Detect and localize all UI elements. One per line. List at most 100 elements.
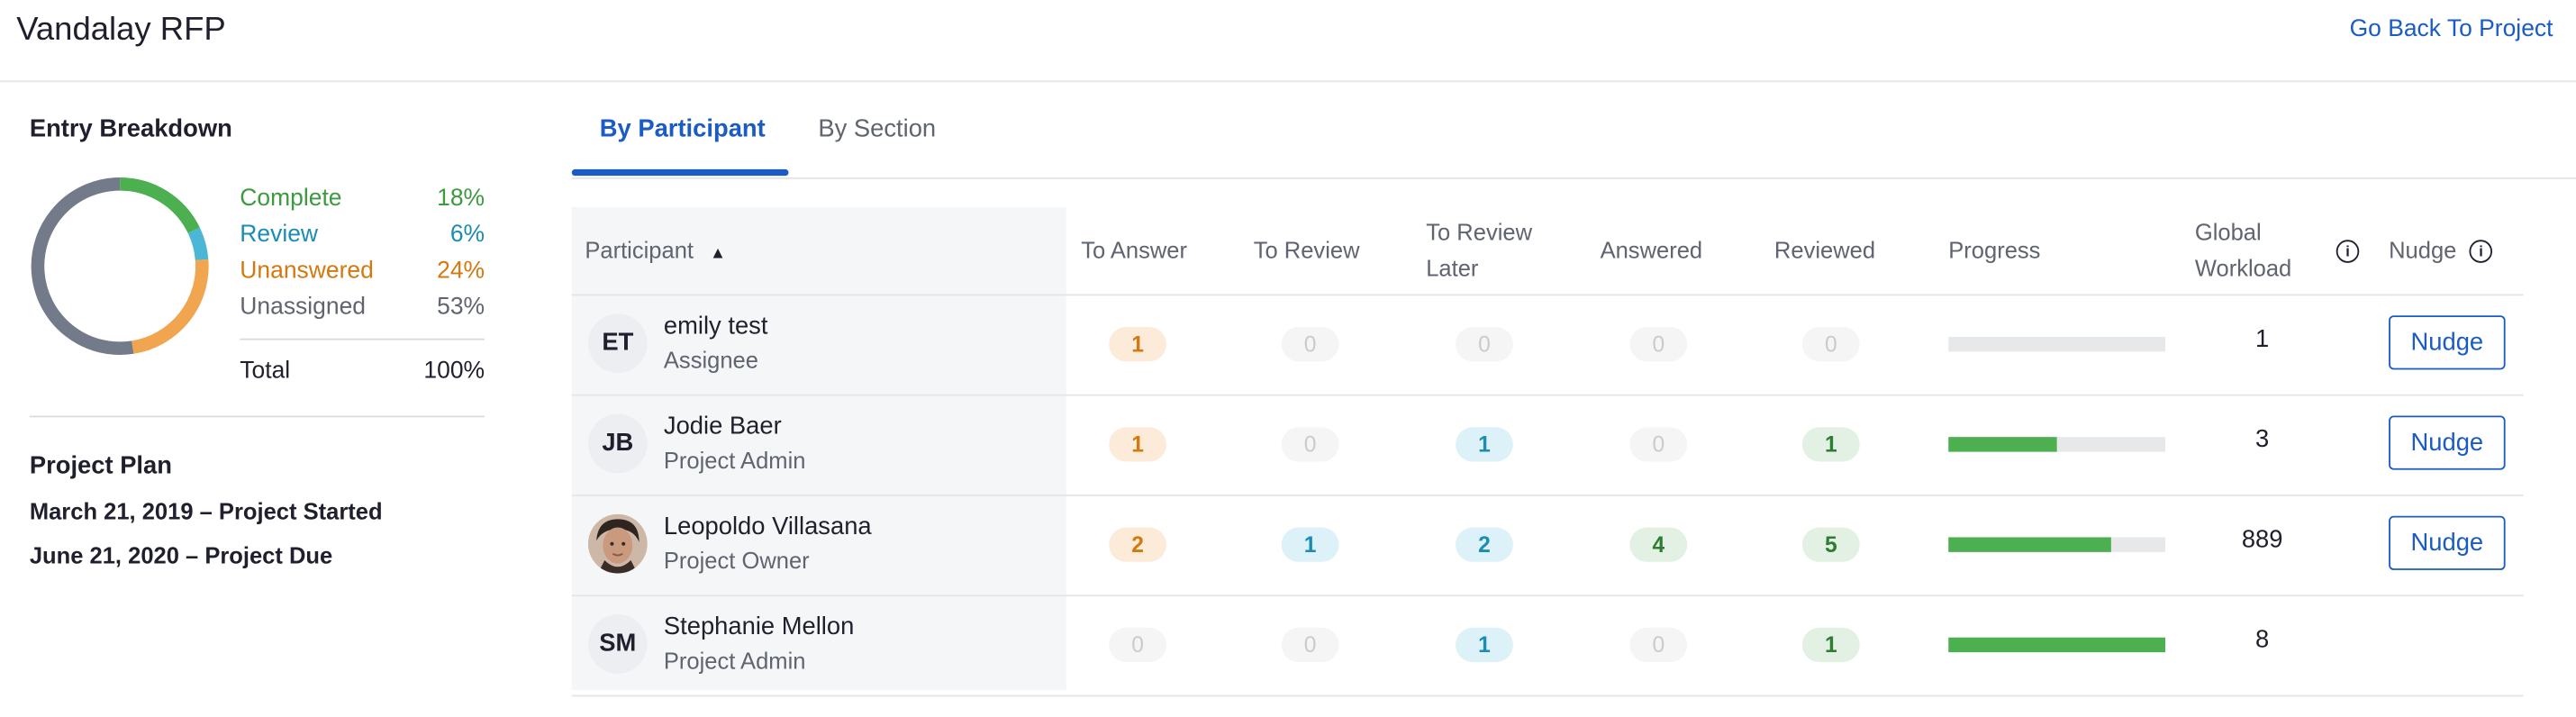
legend-item-unassigned: Unassigned 53%	[240, 289, 485, 325]
nudge-info-icon[interactable]: i	[2469, 240, 2493, 264]
project-plan-title: Project Plan	[29, 451, 172, 480]
avatar-photo	[587, 513, 648, 574]
project-started-date: March 21, 2019 – Project Started	[29, 497, 383, 524]
answered-count: 0	[1629, 627, 1688, 663]
breakdown-donut-chart	[31, 177, 209, 355]
legend-percent: 24%	[437, 258, 485, 285]
donut-slice-unanswered	[131, 259, 209, 354]
legend-percent: 6%	[449, 222, 485, 249]
sort-ascending-icon: ▲	[710, 244, 727, 263]
table-row: Leopoldo Villasana Project Owner 2 1 2 4…	[571, 496, 2524, 597]
participant-role: Project Admin	[663, 447, 806, 474]
progress-bar	[1948, 637, 2166, 653]
answered-count: 0	[1629, 427, 1688, 462]
project-plan: Project Plan March 21, 2019 – Project St…	[30, 452, 383, 569]
legend-item-complete: Complete 18%	[240, 181, 485, 217]
legend-item-unanswered: Unanswered 24%	[240, 253, 485, 289]
to-review-count: 1	[1281, 527, 1339, 562]
go-back-link[interactable]: Go Back To Project	[2350, 16, 2553, 42]
participant-role: Assignee	[663, 346, 758, 374]
to-answer-count: 2	[1109, 527, 1167, 562]
project-due-date: June 21, 2020 – Project Due	[29, 541, 333, 569]
reviewed-count: 5	[1801, 527, 1860, 562]
to-review-later-count: 2	[1456, 527, 1513, 562]
nudge-button[interactable]: Nudge	[2389, 315, 2506, 370]
global-workload-value: 3	[2255, 425, 2270, 454]
divider	[29, 415, 485, 418]
to-review-later-count: 1	[1456, 427, 1513, 462]
progress-bar-fill	[1948, 437, 2057, 452]
column-header-to-review: To Review	[1253, 236, 1360, 263]
donut-slice-complete	[119, 177, 200, 234]
global-workload-info-icon[interactable]: i	[2336, 231, 2360, 268]
legend-percent: 53%	[437, 294, 485, 321]
global-workload-value: 1	[2255, 325, 2270, 354]
column-header-to-review-later: To Review Later	[1426, 218, 1533, 281]
page-title: Vandalay RFP	[16, 11, 226, 48]
reviewed-count: 0	[1801, 326, 1860, 362]
legend-percent: 18%	[437, 186, 485, 213]
table-header: Participant ▲ To Answer To Review To Rev…	[571, 207, 2524, 296]
tab-by-participant[interactable]: By Participant	[600, 115, 766, 143]
column-header-global-workload: Global Workload	[2194, 218, 2292, 281]
participant-header-label: Participant	[585, 236, 694, 263]
participant-role: Project Owner	[663, 547, 810, 574]
participant-name: Jodie Baer	[663, 412, 782, 440]
to-review-count: 0	[1281, 627, 1339, 663]
avatar: JB	[587, 413, 648, 474]
legend-label: Unanswered	[240, 258, 374, 285]
top-bar: Vandalay RFP Go Back To Project	[0, 0, 2576, 83]
column-header-to-answer: To Answer	[1081, 236, 1188, 263]
nudge-button[interactable]: Nudge	[2389, 515, 2506, 570]
avatar: SM	[587, 614, 648, 674]
to-answer-count: 0	[1109, 627, 1167, 663]
global-workload-value: 889	[2241, 525, 2283, 554]
entry-breakdown-title: Entry Breakdown	[29, 114, 232, 143]
column-header-progress: Progress	[1948, 236, 2041, 263]
nudge-header-label: Nudge	[2389, 236, 2457, 263]
column-header-answered: Answered	[1600, 236, 1703, 263]
nudge-button[interactable]: Nudge	[2389, 415, 2506, 470]
to-review-count: 0	[1281, 427, 1339, 462]
to-review-later-count: 0	[1456, 326, 1513, 362]
legend-item-review: Review 6%	[240, 217, 485, 253]
table-row: JB Jodie Baer Project Admin 1 0 1 0 1 3 …	[571, 396, 2524, 496]
donut-slice-unassigned	[31, 177, 134, 355]
progress-bar-fill	[1948, 537, 2111, 552]
legend-label: Unassigned	[240, 294, 366, 321]
participants-table: Participant ▲ To Answer To Review To Rev…	[571, 206, 2524, 697]
participant-role: Project Admin	[663, 647, 806, 674]
legend-total-percent: 100%	[423, 358, 485, 385]
answered-count: 0	[1629, 326, 1688, 362]
to-review-later-count: 1	[1456, 627, 1513, 663]
tab-by-section[interactable]: By Section	[818, 115, 936, 143]
legend-total: Total 100%	[240, 338, 485, 390]
to-answer-count: 1	[1109, 427, 1167, 462]
participant-name: Leopoldo Villasana	[663, 513, 872, 541]
participant-name: Stephanie Mellon	[663, 613, 855, 641]
avatar	[587, 513, 648, 574]
active-tab-indicator	[571, 168, 789, 177]
answered-count: 4	[1629, 527, 1688, 562]
reviewed-count: 1	[1801, 627, 1860, 663]
progress-bar-fill	[1948, 637, 2166, 653]
view-tabs: By Participant By Section	[571, 82, 2576, 179]
column-header-reviewed: Reviewed	[1773, 236, 1876, 263]
avatar: ET	[587, 313, 648, 374]
reviewed-count: 1	[1801, 427, 1860, 462]
legend-label: Review	[240, 222, 319, 249]
to-answer-count: 1	[1109, 326, 1167, 362]
legend-total-label: Total	[240, 358, 291, 385]
breakdown-legend: Complete 18% Review 6% Unanswered 24% Un…	[240, 181, 485, 390]
global-workload-value: 8	[2255, 625, 2270, 654]
progress-bar	[1948, 437, 2166, 452]
entry-breakdown-panel: Entry Breakdown Complete 18% Review 6% U…	[29, 114, 485, 568]
donut-slice-review	[187, 227, 209, 261]
column-header-nudge: Nudge i	[2389, 231, 2493, 268]
legend-label: Complete	[240, 186, 342, 213]
participant-name: emily test	[663, 312, 768, 340]
progress-bar	[1948, 336, 2166, 352]
table-row: SM Stephanie Mellon Project Admin 0 0 1 …	[571, 596, 2524, 697]
progress-bar	[1948, 537, 2166, 552]
column-header-participant[interactable]: Participant ▲	[585, 231, 726, 273]
